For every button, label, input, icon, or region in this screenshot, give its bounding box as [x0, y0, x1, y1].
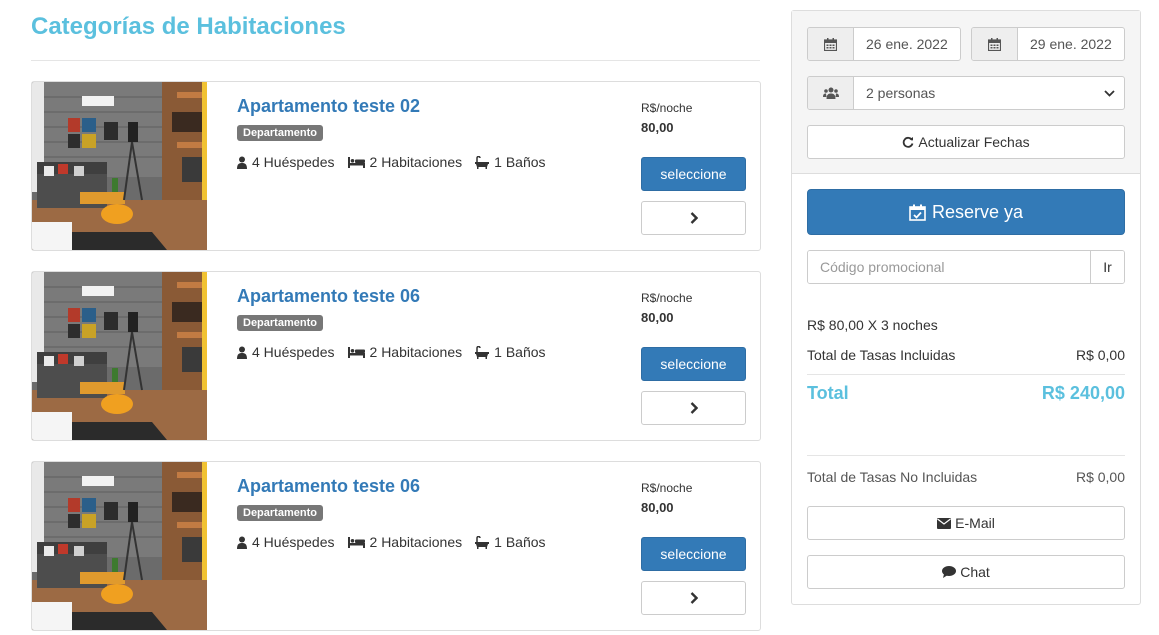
- included-taxes-value: R$ 0,00: [1075, 347, 1125, 363]
- bed-icon: [347, 536, 365, 548]
- nights-summary-text: R$ 80,00 X 3 noches: [807, 317, 938, 333]
- excluded-taxes-row: Total de Tasas No Incluidas R$ 0,00: [807, 469, 1125, 485]
- chevron-right-icon: [690, 402, 698, 414]
- room-features: 4 Huéspedes 2 Habitaciones 1 Baños: [237, 344, 559, 360]
- user-icon: [237, 346, 247, 359]
- price-label: R$/noche: [641, 101, 693, 115]
- bedrooms-count: 2 Habitaciones: [369, 154, 463, 170]
- chevron-down-icon: [1094, 77, 1124, 109]
- room-card: Apartamento teste 02 Departamento 4 Hués…: [31, 81, 761, 251]
- price-label: R$/noche: [641, 481, 693, 495]
- bed-icon: [347, 156, 365, 168]
- summary-divider: [807, 455, 1125, 456]
- price-label: R$/noche: [641, 291, 693, 305]
- select-room-button[interactable]: seleccione: [641, 157, 746, 191]
- email-button[interactable]: E-Mail: [807, 506, 1125, 540]
- room-card: Apartamento teste 06 Departamento 4 Hués…: [31, 461, 761, 631]
- email-label: E-Mail: [955, 515, 995, 531]
- update-dates-button[interactable]: Actualizar Fechas: [807, 125, 1125, 159]
- chevron-right-icon: [690, 212, 698, 224]
- bathrooms-count: 1 Baños: [494, 154, 546, 170]
- bathrooms-count: 1 Baños: [494, 344, 546, 360]
- excluded-taxes-value: R$ 0,00: [1075, 469, 1125, 485]
- calendar-icon: [988, 37, 1001, 51]
- total-value: R$ 240,00: [1041, 383, 1125, 403]
- total-row: Total R$ 240,00: [807, 383, 1125, 404]
- select-room-button[interactable]: seleccione: [641, 537, 746, 571]
- room-details-button[interactable]: [641, 391, 746, 425]
- nights-summary: R$ 80,00 X 3 noches: [807, 317, 1125, 333]
- users-addon: [808, 77, 854, 109]
- chat-label: Chat: [960, 564, 990, 580]
- guests-select-value: 2 personas: [866, 85, 936, 101]
- room-name[interactable]: Apartamento teste 06: [237, 476, 420, 497]
- room-name[interactable]: Apartamento teste 06: [237, 286, 420, 307]
- room-details-button[interactable]: [641, 581, 746, 615]
- user-icon: [237, 536, 247, 549]
- update-dates-label: Actualizar Fechas: [918, 134, 1030, 150]
- price-value: 80,00: [641, 310, 674, 325]
- select-room-button[interactable]: seleccione: [641, 347, 746, 381]
- summary-divider: [807, 374, 1125, 375]
- room-type-badge: Departamento: [237, 315, 323, 331]
- guests-count: 4 Huéspedes: [252, 534, 335, 550]
- room-photo[interactable]: [32, 462, 207, 630]
- price-value: 80,00: [641, 120, 674, 135]
- excluded-taxes-label: Total de Tasas No Incluidas: [807, 469, 978, 485]
- guests-count: 4 Huéspedes: [252, 344, 335, 360]
- calendar-addon: [808, 28, 854, 60]
- bedrooms-count: 2 Habitaciones: [369, 344, 463, 360]
- calendar-addon: [972, 28, 1018, 60]
- envelope-icon: [937, 517, 952, 529]
- calendar-check-icon: [909, 204, 926, 221]
- chevron-right-icon: [690, 592, 698, 604]
- refresh-icon: [903, 136, 914, 148]
- room-type-badge: Departamento: [237, 125, 323, 141]
- included-taxes-row: Total de Tasas Incluidas R$ 0,00: [807, 347, 1125, 363]
- calendar-icon: [824, 37, 837, 51]
- page-title: Categorías de Habitaciones: [31, 13, 346, 40]
- checkout-date-field[interactable]: 29 ene. 2022: [971, 27, 1125, 61]
- room-type-badge: Departamento: [237, 505, 323, 521]
- total-label: Total: [807, 383, 849, 403]
- price-value: 80,00: [641, 500, 674, 515]
- bathrooms-count: 1 Baños: [494, 534, 546, 550]
- comment-icon: [942, 566, 957, 578]
- promo-code-group: Ir: [807, 250, 1125, 284]
- room-features: 4 Huéspedes 2 Habitaciones 1 Baños: [237, 154, 559, 170]
- title-divider: [31, 60, 760, 61]
- room-name[interactable]: Apartamento teste 02: [237, 96, 420, 117]
- bed-icon: [347, 346, 365, 358]
- checkin-date-field[interactable]: 26 ene. 2022: [807, 27, 961, 61]
- guests-select[interactable]: 2 personas: [807, 76, 1125, 110]
- guests-count: 4 Huéspedes: [252, 154, 335, 170]
- bath-icon: [475, 535, 490, 549]
- promo-code-input[interactable]: [808, 251, 1090, 283]
- user-icon: [237, 156, 247, 169]
- checkin-date-value: 26 ene. 2022: [866, 36, 948, 52]
- room-details-button[interactable]: [641, 201, 746, 235]
- room-card: Apartamento teste 06 Departamento 4 Hués…: [31, 271, 761, 441]
- bedrooms-count: 2 Habitaciones: [369, 534, 463, 550]
- room-photo[interactable]: [32, 82, 207, 250]
- promo-apply-button[interactable]: Ir: [1090, 251, 1124, 283]
- included-taxes-label: Total de Tasas Incluidas: [807, 347, 956, 363]
- reserve-now-label: Reserve ya: [931, 201, 1024, 222]
- chat-button[interactable]: Chat: [807, 555, 1125, 589]
- bath-icon: [475, 155, 490, 169]
- checkout-date-value: 29 ene. 2022: [1030, 36, 1112, 52]
- room-features: 4 Huéspedes 2 Habitaciones 1 Baños: [237, 534, 559, 550]
- bath-icon: [475, 345, 490, 359]
- users-icon: [822, 87, 839, 99]
- booking-panel: 26 ene. 2022 29 ene. 2022 2 personas Act…: [791, 10, 1141, 605]
- reserve-now-button[interactable]: Reserve ya: [807, 189, 1125, 235]
- room-photo[interactable]: [32, 272, 207, 440]
